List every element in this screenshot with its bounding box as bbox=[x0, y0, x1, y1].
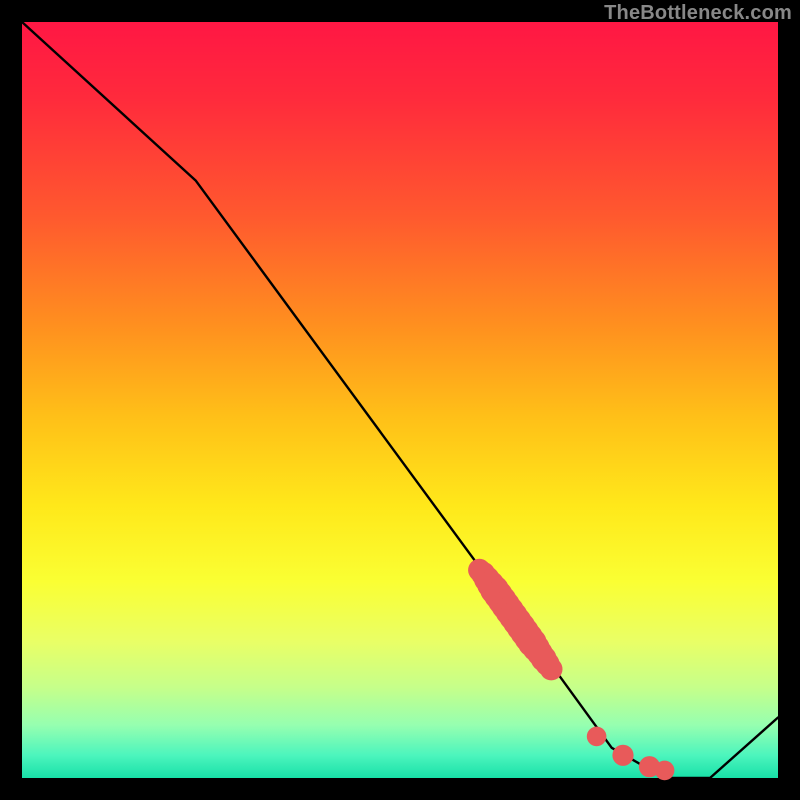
scatter-point bbox=[540, 658, 563, 681]
scatter-point bbox=[587, 727, 607, 747]
chart-container: TheBottleneck.com bbox=[0, 0, 800, 800]
chart-svg bbox=[22, 22, 778, 778]
scatter-group bbox=[468, 559, 674, 780]
watermark-label: TheBottleneck.com bbox=[604, 2, 792, 25]
scatter-point bbox=[612, 745, 633, 766]
curve-line bbox=[22, 22, 778, 778]
scatter-point bbox=[655, 761, 675, 781]
